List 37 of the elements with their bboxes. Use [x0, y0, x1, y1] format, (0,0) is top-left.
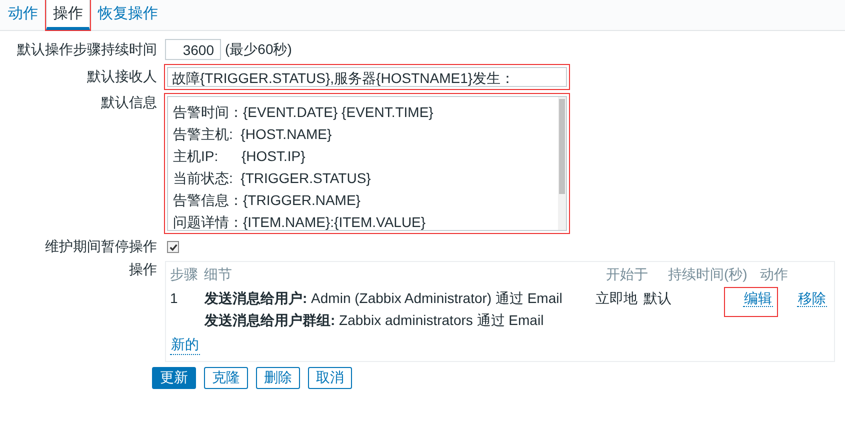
- column-header: 持续时间(秒): [668, 266, 748, 284]
- table-cell-text: 默认: [643, 290, 672, 308]
- field-label: 默认操作步骤持续时间: [16, 40, 158, 58]
- field-label: 默认接收人: [86, 68, 158, 86]
- field-label: 操作: [128, 261, 158, 279]
- message-line: 当前状态: {TRIGGER.STATUS}: [173, 169, 372, 188]
- form-button[interactable]: 删除: [256, 367, 300, 389]
- field-label: 默认信息: [100, 94, 158, 112]
- new-link[interactable]: 新的: [170, 336, 200, 355]
- message-line: 主机IP: {HOST.IP}: [173, 147, 306, 166]
- tab[interactable]: 恢复操作: [92, 0, 164, 30]
- column-header: 步骤: [170, 266, 198, 284]
- operation-detail: 发送消息给用户群组: Zabbix administrators 通过 Email: [204, 312, 545, 330]
- checkbox[interactable]: [167, 241, 179, 253]
- message-line: 告警时间：{EVENT.DATE} {EVENT.TIME}: [173, 103, 434, 122]
- message-line: 告警主机: {HOST.NAME}: [173, 125, 333, 144]
- table-cell-text: 1: [170, 290, 179, 306]
- message-line: 告警信息：{TRIGGER.NAME}: [173, 191, 362, 210]
- form-button[interactable]: 更新: [152, 367, 196, 389]
- field-hint: (最少60秒): [225, 40, 292, 58]
- scrollbar[interactable]: [558, 97, 566, 230]
- column-header: 动作: [760, 266, 789, 284]
- tab[interactable]: 操作: [46, 0, 90, 30]
- field-label: 维护期间暂停操作: [44, 238, 158, 256]
- duration-field[interactable]: 3600: [165, 39, 221, 60]
- message-line: 问题详情：{ITEM.NAME}:{ITEM.VALUE}: [173, 213, 427, 230]
- form-button[interactable]: 克隆: [204, 367, 248, 389]
- message-field[interactable]: 告警时间：{EVENT.DATE} {EVENT.TIME} 告警主机: {HOST.NAME} 主机IP: {HOST.IP} 当前状态: {TRIGGER.STATUS} 告警信息：{TRIGGER.NAME} 问题详情：{ITEM.NAME}:{ITEM.VALUE}: [167, 96, 567, 231]
- subject-field[interactable]: 故障{TRIGGER.STATUS},服务器{HOSTNAME1}发生：: [167, 67, 567, 87]
- tab[interactable]: 动作: [2, 0, 44, 30]
- action-link[interactable]: 移除: [797, 290, 827, 307]
- table-cell-text: 立即地: [596, 290, 639, 308]
- operation-detail: 发送消息给用户: Admin (Zabbix Administrator) 通过 Email: [204, 290, 564, 308]
- form-button[interactable]: 取消: [308, 367, 352, 389]
- action-link[interactable]: 编辑: [743, 290, 773, 307]
- column-header: 细节: [204, 266, 233, 284]
- column-header: 开始于: [606, 266, 649, 284]
